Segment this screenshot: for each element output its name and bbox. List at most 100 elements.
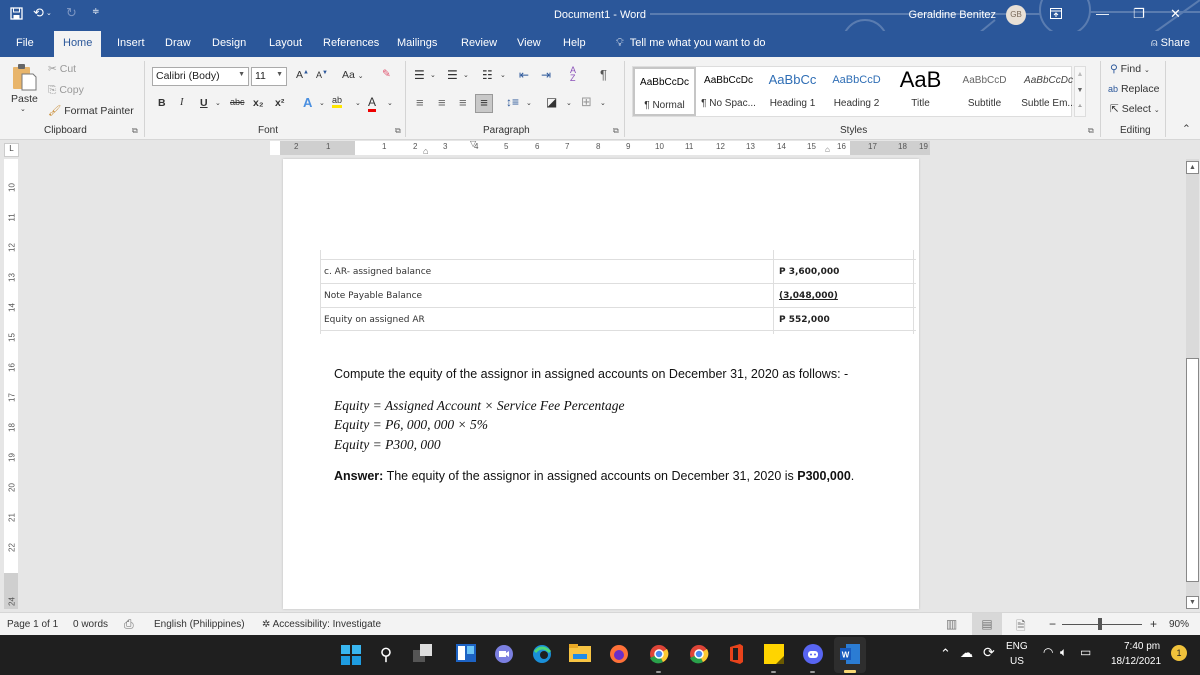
left-indent-marker[interactable]: ⌂: [423, 146, 428, 156]
scroll-up-icon[interactable]: ▲: [1075, 67, 1085, 83]
copy-button[interactable]: ⎘ Copy: [48, 84, 84, 97]
ribbon-display-options-icon[interactable]: [1050, 7, 1062, 22]
language-indicator-top[interactable]: ENG: [1006, 641, 1028, 652]
tab-draw[interactable]: Draw: [165, 37, 191, 49]
scroll-down-button[interactable]: ▼: [1186, 596, 1199, 609]
scroll-up-button[interactable]: ▲: [1186, 161, 1199, 174]
bullets-icon[interactable]: ☰: [414, 68, 425, 82]
decrease-indent-icon[interactable]: ⇤: [519, 68, 529, 82]
onedrive-icon[interactable]: ☁: [960, 645, 973, 661]
vertical-scrollbar[interactable]: ▲ ▼: [1186, 159, 1199, 609]
zoom-slider-thumb[interactable]: [1098, 618, 1102, 630]
text-effects-dropdown-icon[interactable]: ⌄: [319, 99, 325, 107]
sticky-notes-icon[interactable]: [763, 644, 785, 666]
horizontal-ruler[interactable]: 2 1 1 2 3 4 5 6 7 8 9 10 11 12 13 14 15 …: [270, 139, 930, 156]
page-count[interactable]: Page 1 of 1: [7, 619, 58, 630]
styles-launcher-icon[interactable]: ⧉: [1088, 126, 1094, 136]
multilevel-dropdown-icon[interactable]: ⌄: [500, 71, 506, 79]
grow-font-button[interactable]: A▲: [296, 69, 309, 81]
tab-design[interactable]: Design: [212, 37, 246, 49]
paragraph-launcher-icon[interactable]: ⧉: [613, 126, 619, 136]
widgets-icon[interactable]: [455, 644, 477, 666]
print-layout-icon[interactable]: ▤: [972, 613, 1002, 636]
superscript-button[interactable]: x²: [275, 97, 284, 109]
align-right-icon[interactable]: ≡: [459, 95, 467, 110]
change-case-button[interactable]: Aa ⌄: [342, 69, 364, 81]
shrink-font-button[interactable]: A▼: [316, 70, 328, 80]
word-count[interactable]: 0 words: [73, 619, 108, 630]
font-size-select[interactable]: 11 ▼: [251, 67, 287, 86]
bold-button[interactable]: B: [158, 97, 166, 109]
word-taskbar-button[interactable]: W: [834, 637, 866, 673]
shading-icon[interactable]: ◪: [546, 95, 557, 109]
align-center-icon[interactable]: ≡: [438, 95, 446, 110]
close-icon[interactable]: ✕: [1170, 6, 1181, 22]
language[interactable]: English (Philippines): [154, 619, 245, 630]
underline-dropdown-icon[interactable]: ⌄: [215, 99, 221, 107]
text-effects-icon[interactable]: A: [303, 95, 312, 110]
zoom-level[interactable]: 90%: [1169, 619, 1189, 630]
style-normal[interactable]: AaBbCcDc ¶ Normal: [633, 67, 696, 116]
font-color-icon[interactable]: A: [368, 95, 377, 112]
clipboard-launcher-icon[interactable]: ⧉: [132, 126, 138, 136]
style-heading-2[interactable]: AaBbCcD Heading 2: [825, 67, 888, 116]
clock-date[interactable]: 18/12/2021: [1111, 656, 1161, 667]
style-subtitle[interactable]: AaBbCcD Subtitle: [953, 67, 1016, 116]
numbering-icon[interactable]: ☰: [447, 68, 458, 82]
right-indent-marker[interactable]: ⌂: [825, 145, 830, 154]
style-title[interactable]: AaB Title: [889, 67, 952, 116]
find-button[interactable]: ⚲ Find ⌄: [1110, 63, 1150, 75]
volume-icon[interactable]: 🔈︎: [1060, 645, 1067, 660]
tell-me-search[interactable]: 💡︎ Tell me what you want to do: [616, 37, 765, 50]
tab-help[interactable]: Help: [563, 37, 586, 49]
accessibility-status[interactable]: ✲ Accessibility: Investigate: [262, 619, 381, 630]
clock-time[interactable]: 7:40 pm: [1124, 641, 1160, 652]
tab-insert[interactable]: Insert: [117, 37, 145, 49]
tab-view[interactable]: View: [517, 37, 541, 49]
edge-icon[interactable]: [531, 644, 553, 666]
tab-layout[interactable]: Layout: [269, 37, 302, 49]
read-mode-icon[interactable]: ▥: [946, 617, 957, 631]
first-line-indent-marker[interactable]: ▽: [470, 139, 476, 148]
shading-dropdown-icon[interactable]: ⌄: [566, 99, 572, 107]
file-explorer-icon[interactable]: [569, 644, 591, 666]
styles-gallery-scroll[interactable]: ▲ ▼ ⩡: [1074, 66, 1086, 117]
avatar[interactable]: GB: [1006, 5, 1026, 25]
start-icon[interactable]: [340, 644, 362, 666]
wifi-icon[interactable]: ◠: [1043, 645, 1053, 659]
multilevel-list-icon[interactable]: ☷: [482, 68, 493, 82]
select-button[interactable]: ⇱ Select ⌄: [1110, 103, 1160, 115]
clear-formatting-icon[interactable]: ✎: [382, 68, 391, 80]
tab-references[interactable]: References: [323, 37, 379, 49]
style-no-spacing[interactable]: AaBbCcDc ¶ No Spac...: [697, 67, 760, 116]
more-styles-icon[interactable]: ⩡: [1075, 99, 1085, 115]
format-painter-button[interactable]: 🖌︎ Format Painter: [48, 104, 134, 117]
align-left-icon[interactable]: ≡: [416, 95, 424, 110]
paste-button[interactable]: Paste ⌄: [8, 63, 40, 115]
battery-icon[interactable]: ▭: [1080, 645, 1091, 659]
minimize-icon[interactable]: —: [1096, 6, 1109, 21]
tab-home[interactable]: Home: [54, 31, 102, 57]
font-launcher-icon[interactable]: ⧉: [395, 126, 401, 136]
strikethrough-button[interactable]: abc: [230, 97, 245, 107]
show-hidden-icons[interactable]: ⌃: [940, 646, 951, 662]
italic-button[interactable]: I: [180, 97, 184, 108]
share-button[interactable]: ⍝ Share: [1151, 37, 1190, 50]
discord-icon[interactable]: [802, 644, 824, 666]
line-spacing-dropdown-icon[interactable]: ⌄: [526, 99, 532, 107]
office-icon[interactable]: [725, 644, 747, 666]
tab-selector[interactable]: L: [4, 143, 19, 157]
increase-indent-icon[interactable]: ⇥: [541, 68, 551, 82]
justify-icon[interactable]: ≡: [475, 94, 493, 113]
font-name-select[interactable]: Calibri (Body) ▼: [152, 67, 249, 86]
subscript-button[interactable]: x₂: [253, 97, 264, 109]
style-subtle-emphasis[interactable]: AaBbCcDc Subtle Em...: [1017, 67, 1080, 116]
show-formatting-marks-icon[interactable]: ¶: [600, 67, 607, 82]
numbering-dropdown-icon[interactable]: ⌄: [463, 71, 469, 79]
restore-icon[interactable]: ❐: [1133, 6, 1145, 22]
chrome-profile-2-icon[interactable]: [688, 644, 710, 666]
bullets-dropdown-icon[interactable]: ⌄: [430, 71, 436, 79]
cut-button[interactable]: ✂ Cut: [48, 63, 76, 75]
underline-button[interactable]: U: [200, 97, 208, 109]
style-heading-1[interactable]: AaBbCc Heading 1: [761, 67, 824, 116]
